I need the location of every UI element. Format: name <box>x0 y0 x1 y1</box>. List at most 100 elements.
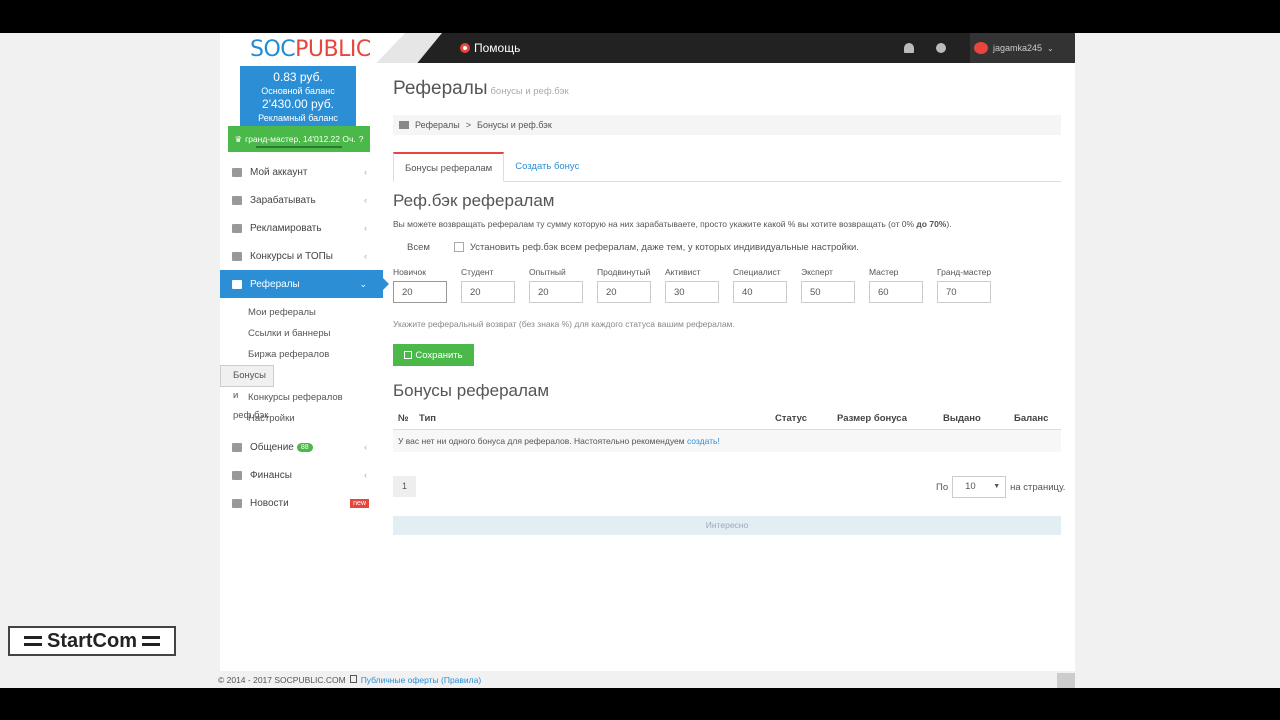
set-all-row: Всем Установить реф.бэк всем рефералам, … <box>407 242 859 253</box>
submenu-referral-contests[interactable]: Конкурсы рефералов <box>220 387 380 408</box>
users-icon <box>399 121 409 129</box>
level-input[interactable] <box>665 281 719 303</box>
set-all-checkbox[interactable] <box>453 242 464 253</box>
submenu-bonuses-refback[interactable]: Бонусы и реф.бэк <box>220 365 274 421</box>
level-activist: Активист <box>665 267 719 303</box>
level-label: Эксперт <box>801 267 833 277</box>
main-balance-value: 0.83 руб. <box>273 70 323 84</box>
level-label: Активист <box>665 267 701 277</box>
tab-create-bonus[interactable]: Создать бонус <box>504 152 590 181</box>
breadcrumb: Рефералы > Бонусы и реф.бэк <box>393 115 1061 135</box>
sidebar-item-label: Общение <box>250 441 294 453</box>
submenu-my-referrals[interactable]: Мои рефералы <box>220 302 380 323</box>
help-link[interactable]: Помощь <box>460 41 520 55</box>
help-label: Помощь <box>474 41 521 55</box>
wallet-icon <box>232 195 242 205</box>
level-input[interactable] <box>801 281 855 303</box>
breadcrumb-separator: > <box>465 120 472 130</box>
refback-desc-text: Вы можете возвращать рефералам ту сумму … <box>393 219 915 229</box>
sidebar-item-contests[interactable]: Конкурсы и ТОПы ‹ <box>220 242 383 270</box>
level-experienced: Опытный <box>529 267 583 303</box>
bonuses-table: № Тип Статус Размер бонуса Выдано Баланс… <box>393 408 1061 452</box>
chevron-left-icon: ‹ <box>364 223 367 233</box>
bullhorn-icon <box>232 498 242 508</box>
level-grandmaster: Гранд-мастер <box>937 267 991 303</box>
set-all-option[interactable]: Установить реф.бэк всем рефералам, даже … <box>453 242 859 253</box>
site-logo[interactable]: SOCPUBLIC <box>250 37 371 62</box>
breadcrumb-referrals[interactable]: Рефералы <box>415 120 460 130</box>
sidebar-item-chat[interactable]: Общение 88 ‹ <box>220 433 383 461</box>
crown-icon: ♛ <box>234 133 243 144</box>
refback-description: Вы можете возвращать рефералам ту сумму … <box>393 219 952 229</box>
per-page-value: 10 <box>965 481 976 492</box>
startcom-watermark: StartCom <box>8 626 176 656</box>
level-input[interactable] <box>393 281 447 303</box>
question-icon[interactable]: ? <box>359 134 364 144</box>
level-expert: Эксперт <box>801 267 855 303</box>
scroll-to-top-button[interactable] <box>1057 673 1075 688</box>
rank-badge[interactable]: ♛ гранд-мастер, 14'012.22 Оч.? <box>228 126 370 152</box>
chevron-down-icon: ⌄ <box>1047 43 1054 53</box>
check-square-icon <box>404 351 413 359</box>
news-new-badge: new <box>350 498 369 508</box>
sidebar-item-label: Зарабатывать <box>250 194 316 206</box>
chevron-left-icon: ‹ <box>364 195 367 205</box>
browser-viewport: SOCPUBLIC Помощь jagamka245 ⌄ 0.83 руб. О… <box>0 33 1280 688</box>
create-bonus-link[interactable]: создать! <box>687 436 720 446</box>
submenu-links-banners[interactable]: Ссылки и баннеры <box>220 323 380 344</box>
tab-bonuses[interactable]: Бонусы рефералам <box>393 152 505 182</box>
sidebar-item-label: Конкурсы и ТОПы <box>250 250 333 262</box>
referrals-submenu: Мои рефералы Ссылки и баннеры Биржа рефе… <box>220 298 383 433</box>
pagination-page[interactable]: 1 <box>393 476 416 497</box>
per-page-select[interactable]: 10 ▼ <box>952 476 1007 498</box>
per-page-suffix: на страницу. <box>1010 481 1066 493</box>
level-label: Гранд-мастер <box>937 267 992 277</box>
chat-icon[interactable] <box>936 43 946 53</box>
sidebar-menu: Мой аккаунт ‹ Зарабатывать ‹ Рекламировать… <box>220 158 389 517</box>
level-input[interactable] <box>937 281 991 303</box>
sidebar-item-finance[interactable]: Финансы ‹ <box>220 461 383 489</box>
bonuses-title: Бонусы рефералам <box>393 381 550 400</box>
logo-public: PUBLIC <box>295 37 371 62</box>
col-number: № <box>398 413 409 424</box>
wing-right-icon <box>142 636 160 646</box>
level-label: Новичок <box>393 267 427 277</box>
col-bonus-size: Размер бонуса <box>837 413 907 424</box>
logo-soc: SOC <box>250 37 296 62</box>
main-balance-label: Основной баланс <box>261 85 335 96</box>
chevron-left-icon: ‹ <box>364 470 367 480</box>
user-menu[interactable]: jagamka245 ⌄ <box>970 33 1075 63</box>
chevron-left-icon: ‹ <box>364 167 367 177</box>
save-button[interactable]: Сохранить <box>393 344 474 366</box>
level-input[interactable] <box>529 281 583 303</box>
sidebar-item-advertise[interactable]: Рекламировать ‹ <box>220 214 383 242</box>
page-header: Рефералы бонусы и реф.бэк <box>393 78 1061 100</box>
bell-icon[interactable] <box>904 43 914 53</box>
balance-panel[interactable]: 0.83 руб. Основной баланс 2'430.00 руб. … <box>240 66 356 126</box>
sidebar-item-account[interactable]: Мой аккаунт ‹ <box>220 158 383 186</box>
sidebar-item-news[interactable]: Новости new <box>220 489 383 517</box>
sidebar-item-label: Рекламировать <box>250 222 322 234</box>
level-input[interactable] <box>869 281 923 303</box>
level-input[interactable] <box>733 281 787 303</box>
chevron-left-icon: ‹ <box>364 251 367 261</box>
col-issued: Выдано <box>943 413 981 424</box>
col-type: Тип <box>419 413 437 424</box>
sidebar-item-label: Мой аккаунт <box>250 166 308 178</box>
level-input[interactable] <box>597 281 651 303</box>
copyright: © 2014 - 2017 SOCPUBLIC.COM <box>218 675 346 685</box>
table-row-empty: У вас нет ни одного бонуса для рефералов… <box>393 430 1061 452</box>
sidebar-item-label: Рефералы <box>250 278 300 290</box>
wing-left-icon <box>23 636 42 646</box>
chart-icon <box>232 223 242 233</box>
per-page-control: По 10 ▼ на страницу. <box>936 476 1065 498</box>
sidebar-item-referrals[interactable]: Рефералы ⌄ <box>220 270 389 298</box>
submenu-referral-exchange[interactable]: Биржа рефералов <box>220 344 380 365</box>
public-offer-link[interactable]: Публичные оферты (Правила) <box>361 675 482 685</box>
level-input[interactable] <box>461 281 515 303</box>
level-specialist: Специалист <box>733 267 787 303</box>
top-navbar: SOCPUBLIC Помощь jagamka245 ⌄ <box>220 33 1075 63</box>
document-icon <box>349 675 357 683</box>
sidebar-item-earn[interactable]: Зарабатывать ‹ <box>220 186 383 214</box>
interesting-bar[interactable]: Интересно <box>393 516 1061 535</box>
